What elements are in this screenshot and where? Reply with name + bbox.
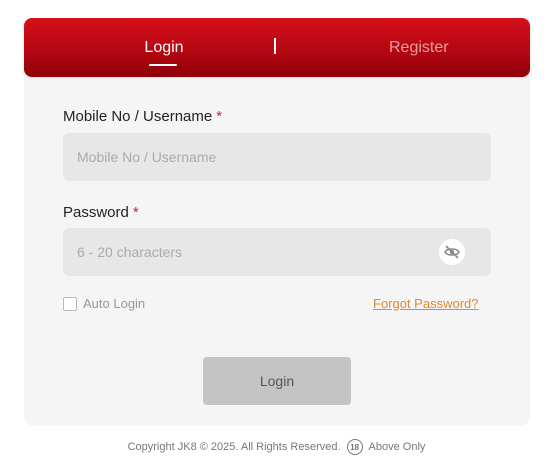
tab-login-label: Login (144, 38, 184, 56)
copyright-text: Copyright JK8 © 2025. All Rights Reserve… (127, 441, 341, 453)
password-input[interactable] (63, 228, 491, 276)
tab-register[interactable]: Register (389, 18, 449, 77)
auto-login-label: Auto Login (83, 296, 146, 311)
required-marker: * (132, 204, 139, 221)
tab-login[interactable]: Login (134, 18, 194, 77)
username-field-wrap (63, 133, 491, 181)
age-note-text: Above Only (368, 441, 426, 453)
auto-login-checkbox[interactable] (63, 296, 77, 311)
required-marker: * (216, 108, 223, 125)
login-options-row: Auto Login Forgot Password? (63, 296, 533, 318)
tab-register-label: Register (389, 38, 449, 56)
eye-slash-icon[interactable] (439, 239, 465, 265)
tab-separator (274, 38, 276, 54)
login-page: Login Register Mobile No / Username* Pas… (0, 0, 553, 471)
forgot-password-link[interactable]: Forgot Password? (373, 296, 479, 311)
login-submit-button[interactable]: Login (203, 357, 351, 405)
password-field-wrap (63, 228, 491, 276)
auth-tab-bar: Login Register (24, 18, 530, 77)
active-tab-indicator (149, 64, 177, 66)
password-label: Password * (63, 204, 139, 221)
auto-login-toggle[interactable]: Auto Login (63, 296, 145, 311)
username-input[interactable] (63, 133, 491, 181)
age-18-icon: 18 (346, 439, 363, 455)
username-label: Mobile No / Username * (63, 108, 223, 125)
footer: Copyright JK8 © 2025. All Rights Reserve… (0, 438, 553, 456)
